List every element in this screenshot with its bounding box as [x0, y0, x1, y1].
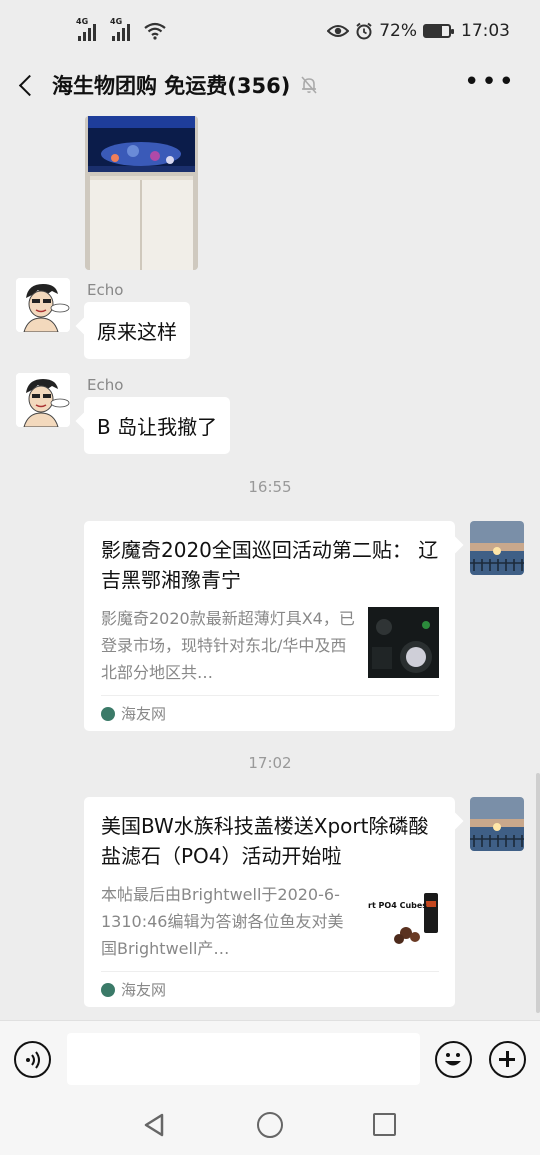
- system-nav-bar: [0, 1098, 540, 1155]
- sender-name: Echo: [87, 376, 124, 394]
- avatar-echo[interactable]: [16, 278, 70, 332]
- signal-icon: 4G: [110, 17, 130, 41]
- avatar-self[interactable]: [470, 797, 524, 851]
- link-card[interactable]: 美国BW水族科技盖楼送Xport除磷酸盐滤石（PO4）活动开始啦 本帖最后由Br…: [84, 797, 455, 1007]
- status-bar: 4G 4G 72% 17:03: [0, 0, 540, 62]
- clock: 17:03: [461, 21, 510, 41]
- status-left: 4G 4G: [76, 17, 166, 41]
- input-bar: [0, 1020, 540, 1098]
- link-card-body: 本帖最后由Brightwell于2020-6-1310:46编辑为答谢各位鱼友对…: [101, 881, 439, 963]
- sender-name: Echo: [87, 281, 124, 299]
- link-card-thumbnail: rt PO4 Cubes: [368, 883, 439, 954]
- message-input[interactable]: [67, 1033, 420, 1085]
- link-card-description: 影魔奇2020款最新超薄灯具X4，已登录市场，现特针对东北/华中及西北部分地区共…: [101, 609, 355, 682]
- back-triangle-icon[interactable]: [142, 1112, 168, 1138]
- source-logo-icon: [101, 706, 115, 721]
- chat-header: 海生物团购 免运费(356) •••: [0, 62, 540, 108]
- chat-area[interactable]: Echo 原来这样 Echo B 岛让我撤了 16:55 影魔奇2020全国巡回…: [0, 108, 540, 1020]
- avatar-echo[interactable]: [16, 373, 70, 427]
- link-card-title: 影魔奇2020全国巡回活动第二贴： 辽吉黑鄂湘豫青宁: [101, 538, 439, 592]
- battery-level: [425, 26, 443, 36]
- plus-icon[interactable]: [489, 1041, 526, 1078]
- thumbnail-label: rt PO4 Cubes: [368, 901, 428, 910]
- link-card[interactable]: 影魔奇2020全国巡回活动第二贴： 辽吉黑鄂湘豫青宁 影魔奇2020款最新超薄灯…: [84, 521, 455, 731]
- network-type-label: 4G: [110, 17, 123, 26]
- scrollbar[interactable]: [536, 773, 540, 1013]
- message-bubble[interactable]: 原来这样: [84, 302, 190, 359]
- link-card-source: 海友网: [101, 971, 439, 1007]
- battery-icon: [423, 24, 454, 38]
- link-card-source-name: 海友网: [121, 981, 167, 999]
- back-button[interactable]: [0, 62, 52, 108]
- signal-icon: 4G: [76, 17, 96, 41]
- network-type-label: 4G: [76, 17, 89, 26]
- chat-title: 海生物团购 免运费(356): [52, 74, 291, 98]
- voice-icon[interactable]: [14, 1041, 51, 1078]
- muted-bell-icon: [301, 76, 317, 94]
- battery-percent: 72%: [379, 21, 417, 41]
- message-bubble[interactable]: B 岛让我撤了: [84, 397, 231, 454]
- recent-square-icon[interactable]: [373, 1113, 396, 1136]
- aquarium-photo[interactable]: [85, 116, 198, 270]
- chevron-left-icon: [18, 74, 40, 96]
- link-card-title: 美国BW水族科技盖楼送Xport除磷酸盐滤石（PO4）活动开始啦: [101, 814, 429, 868]
- more-options-button[interactable]: •••: [464, 69, 516, 95]
- eye-icon: [327, 25, 350, 37]
- timestamp: 16:55: [248, 478, 292, 496]
- link-card-source-name: 海友网: [121, 705, 167, 723]
- avatar-self[interactable]: [470, 521, 524, 575]
- source-logo-icon: [101, 982, 115, 997]
- wifi-icon: [144, 22, 166, 40]
- link-card-thumbnail: [368, 607, 439, 678]
- timestamp: 17:02: [248, 754, 292, 772]
- alarm-icon: [356, 22, 372, 40]
- home-circle-icon[interactable]: [257, 1112, 283, 1138]
- link-card-source: 海友网: [101, 695, 439, 731]
- link-card-body: 影魔奇2020款最新超薄灯具X4，已登录市场，现特针对东北/华中及西北部分地区共…: [101, 605, 439, 687]
- link-card-description: 本帖最后由Brightwell于2020-6-1310:46编辑为答谢各位鱼友对…: [101, 885, 344, 958]
- status-right: 72% 17:03: [327, 21, 510, 41]
- emoji-icon[interactable]: [435, 1041, 472, 1078]
